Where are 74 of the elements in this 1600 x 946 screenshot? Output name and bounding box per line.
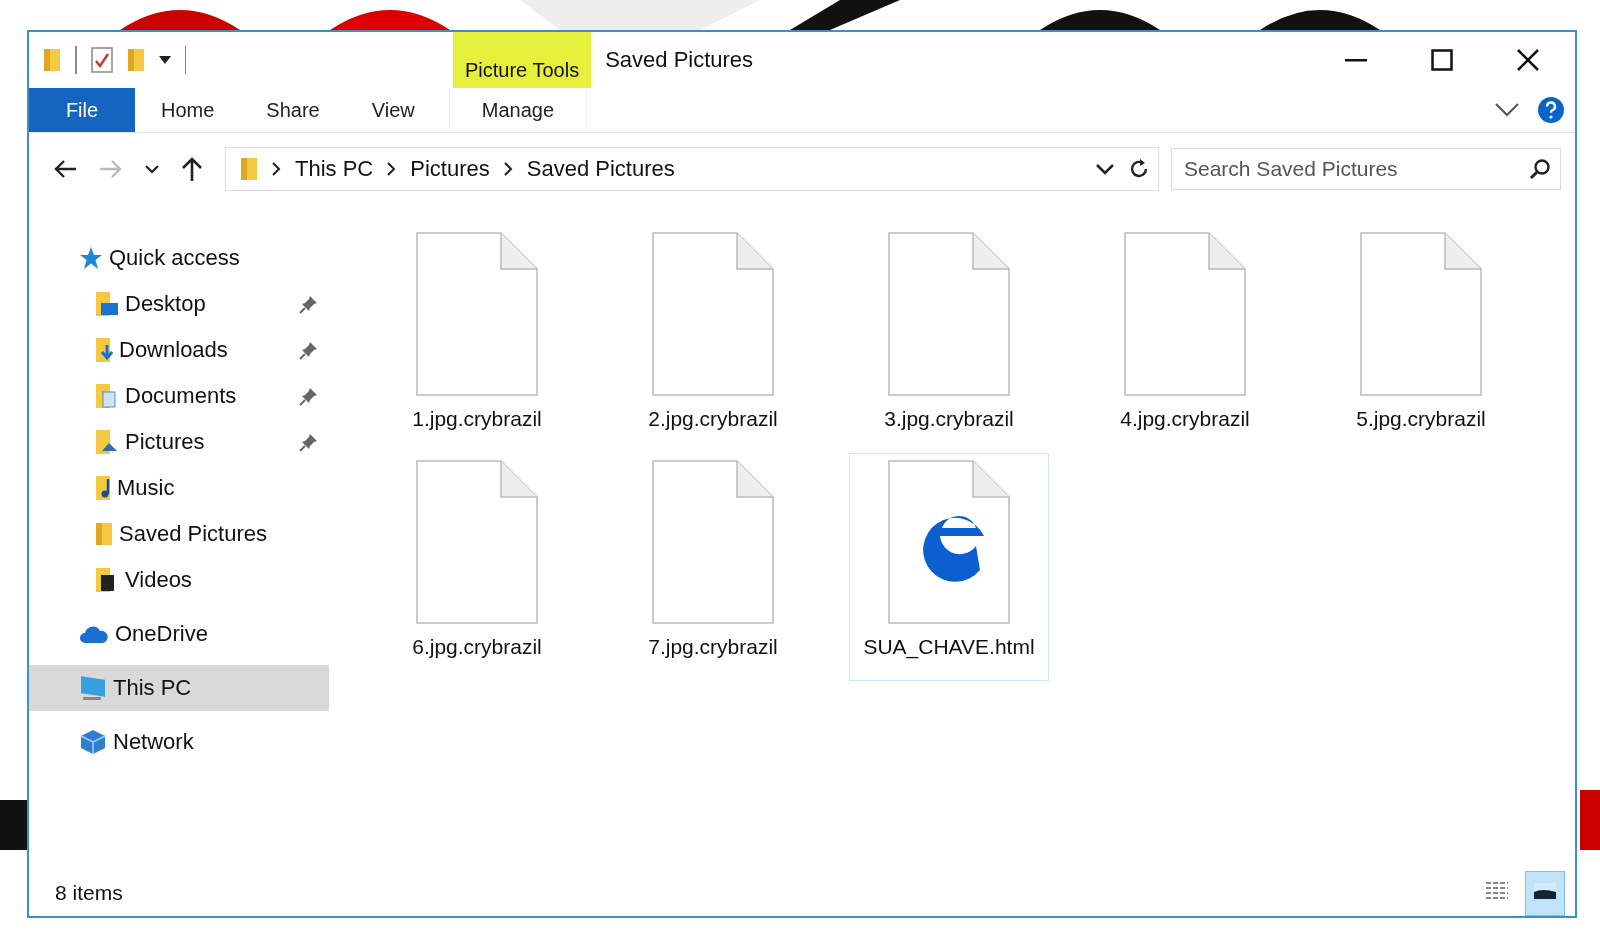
up-arrow-icon[interactable]: [181, 156, 203, 182]
file-icon: [1123, 232, 1247, 397]
file-item[interactable]: 2.jpg.crybrazil: [613, 225, 813, 453]
search-field[interactable]: Search Saved Pictures: [1171, 148, 1561, 190]
chevron-right-icon[interactable]: [503, 162, 513, 176]
web-file-icon: [887, 460, 1011, 625]
background-shape: [1580, 790, 1600, 850]
sidebar-item[interactable]: Quick access: [29, 235, 329, 281]
file-item[interactable]: 3.jpg.crybrazil: [849, 225, 1049, 453]
ribbon-tab[interactable]: View: [345, 88, 441, 132]
star-icon: [79, 246, 103, 270]
chevron-down-icon[interactable]: [1495, 103, 1519, 117]
folder-icon: [240, 156, 258, 182]
file-item[interactable]: SUA_CHAVE.html: [849, 453, 1049, 681]
item-count: 8 items: [55, 881, 123, 905]
sidebar-item[interactable]: Saved Pictures: [29, 511, 329, 557]
contextual-tab-group-label: Picture Tools: [465, 59, 580, 82]
ribbon-tab[interactable]: Home: [135, 88, 241, 132]
window-title: Saved Pictures: [605, 47, 754, 73]
refresh-icon[interactable]: [1128, 158, 1150, 180]
pin-icon[interactable]: [299, 386, 319, 406]
sidebar-item[interactable]: Desktop: [29, 281, 329, 327]
help-icon[interactable]: [1537, 96, 1565, 124]
chevron-right-icon[interactable]: [387, 162, 397, 176]
folder-icon: [95, 291, 119, 317]
folder-icon: [95, 429, 119, 455]
sidebar-item[interactable]: OneDrive: [29, 611, 329, 657]
chevron-down-icon[interactable]: [1096, 163, 1114, 175]
breadcrumb-item[interactable]: Saved Pictures: [526, 156, 675, 182]
file-icon: [651, 232, 775, 397]
file-icon: [415, 232, 539, 397]
maximize-icon[interactable]: [1431, 49, 1453, 71]
folder-icon: [95, 383, 119, 409]
sidebar-item[interactable]: Pictures: [29, 419, 329, 465]
file-item[interactable]: 7.jpg.crybrazil: [613, 453, 813, 681]
close-icon[interactable]: [1517, 49, 1539, 71]
sidebar-item[interactable]: Network: [29, 719, 329, 765]
file-icon: [1359, 232, 1483, 397]
search-icon[interactable]: [1529, 158, 1551, 180]
dropdown-arrow-icon[interactable]: [158, 56, 171, 64]
file-item[interactable]: 1.jpg.crybrazil: [377, 225, 577, 453]
chevron-down-icon[interactable]: [145, 164, 159, 174]
cloud-icon: [79, 624, 109, 644]
back-arrow-icon[interactable]: [53, 159, 77, 179]
file-icon: [415, 460, 539, 625]
pin-icon[interactable]: [299, 432, 319, 452]
ribbon-tab[interactable]: Share: [240, 88, 346, 132]
ribbon-tab[interactable]: Manage: [448, 88, 587, 132]
folder-icon: [95, 337, 113, 363]
file-icon: [887, 232, 1011, 397]
folder-icon: [95, 475, 111, 501]
sidebar-item[interactable]: Videos: [29, 557, 329, 603]
computer-icon: [79, 675, 107, 701]
file-item[interactable]: 6.jpg.crybrazil: [377, 453, 577, 681]
sidebar-item[interactable]: Documents: [29, 373, 329, 419]
pin-icon[interactable]: [299, 294, 319, 314]
minimize-icon[interactable]: [1345, 58, 1367, 62]
file-item[interactable]: 5.jpg.crybrazil: [1321, 225, 1521, 453]
large-icons-view-button[interactable]: [1525, 870, 1565, 916]
file-icon: [651, 460, 775, 625]
breadcrumb-item[interactable]: This PC: [295, 156, 374, 182]
sidebar-item[interactable]: This PC: [29, 665, 329, 711]
address-bar[interactable]: This PC Pictures Saved Pictures: [225, 147, 1159, 191]
folder-icon: [95, 521, 113, 547]
file-item[interactable]: 4.jpg.crybrazil: [1085, 225, 1285, 453]
breadcrumb-item[interactable]: Pictures: [410, 156, 490, 182]
network-icon: [79, 729, 107, 755]
sidebar-item[interactable]: Downloads: [29, 327, 329, 373]
background-shape: [0, 800, 28, 850]
sidebar-item[interactable]: Music: [29, 465, 329, 511]
checklist-icon[interactable]: [90, 47, 113, 73]
ribbon-tab[interactable]: File: [29, 88, 135, 132]
pin-icon[interactable]: [299, 340, 319, 360]
chevron-right-icon[interactable]: [272, 162, 281, 176]
